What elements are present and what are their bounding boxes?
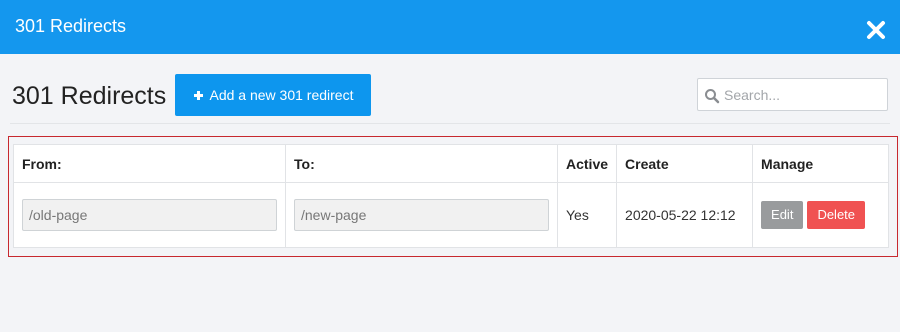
column-header-manage: Manage [752,144,889,183]
modal-titlebar: 301 Redirects [0,0,900,54]
delete-button[interactable]: Delete [807,201,866,229]
search-icon [705,89,720,104]
redirects-table: From: To: Active Create Manage Yes 2020-… [13,144,889,248]
table-header-row: From: To: Active Create Manage [13,144,889,183]
cell-from [13,182,286,248]
plus-icon [193,90,203,100]
close-icon[interactable] [866,20,886,40]
add-redirect-label: Add a new 301 redirect [209,87,354,103]
page-title: 301 Redirects [12,82,167,110]
column-header-from: From: [13,144,286,183]
cell-create: 2020-05-22 12:12 [616,182,754,248]
modal-title: 301 Redirects [15,16,127,36]
cell-active: Yes [556,182,618,248]
column-header-to: To: [285,144,558,183]
column-header-active: Active [556,144,618,183]
redirects-table-container: From: To: Active Create Manage Yes 2020-… [8,136,898,257]
from-url-field[interactable] [22,199,277,231]
cell-to [285,182,558,248]
header-divider [10,123,890,124]
to-url-field[interactable] [294,199,549,231]
search-input[interactable] [722,79,882,110]
table-row: Yes 2020-05-22 12:12 EditDelete [13,182,889,248]
cell-manage: Edit Delete [752,182,889,248]
search-box [697,78,888,111]
add-redirect-button[interactable]: Add a new 301 redirect [175,74,371,116]
edit-button[interactable]: Edit [761,201,804,229]
column-header-create: Create [616,144,754,183]
